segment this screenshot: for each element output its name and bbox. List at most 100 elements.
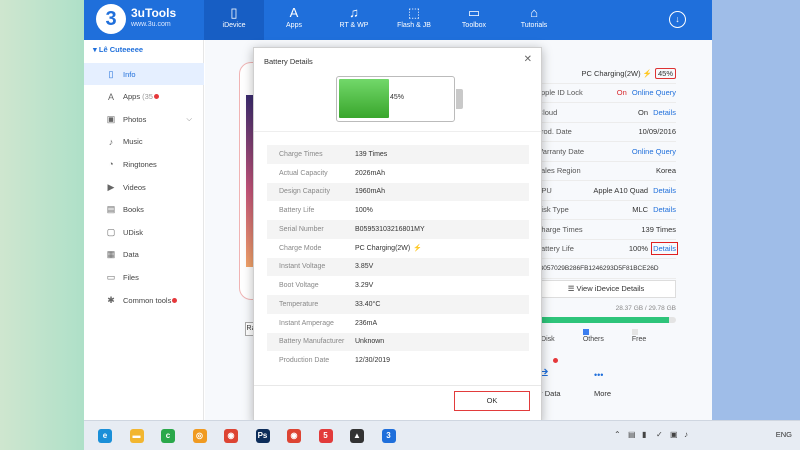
battery-details-table: Charge Times 139 Times Actual Capacity 2026… <box>267 145 529 370</box>
device-name[interactable]: ▾ Lê Cuteeeee <box>93 45 143 54</box>
detail-label: Battery Manufacturer <box>279 338 345 346</box>
info-link[interactable]: Online Query <box>632 147 676 156</box>
detail-value: 3.29V <box>355 282 374 290</box>
detail-value: 12/30/2019 <box>355 357 391 365</box>
sidebar: ▾ Lê Cuteeeee ▯ Info A Apps (35 ▣ Photos ⌵ ♪ Musi… <box>84 40 204 420</box>
storage-legend: UDisk Others Free <box>536 329 676 343</box>
sidebar-item-videos[interactable]: ▶ Videos <box>84 176 204 198</box>
edge-icon[interactable]: e <box>98 429 112 443</box>
nav-toolbox[interactable]: ▭ Toolbox <box>444 0 504 40</box>
3utools-taskbar-icon[interactable]: 3 <box>381 429 396 443</box>
detail-label: Battery Life <box>279 207 315 215</box>
info-value: Apple A10 Quad <box>593 185 649 195</box>
sidebar-item-books[interactable]: ▤ Books <box>84 199 204 221</box>
info-link[interactable]: Details <box>653 186 676 195</box>
sidebar-item-files[interactable]: ▭ Files <box>84 266 204 288</box>
detail-value: 33.40°C <box>355 300 381 308</box>
sidebar-item-common-tools[interactable]: ✱ Common tools <box>84 289 204 311</box>
detail-value: 236mA <box>355 319 378 327</box>
tray-icon[interactable]: ♪ <box>684 430 688 439</box>
detail-value: Unknown <box>355 338 385 346</box>
coccoc-icon[interactable]: c <box>161 429 175 443</box>
tray-icon[interactable]: ▤ <box>628 430 636 439</box>
browser-icon[interactable]: ◎ <box>192 429 207 443</box>
notification-dot <box>153 94 159 100</box>
charging-bolt-icon: ⚡ <box>642 68 652 78</box>
language-indicator[interactable]: ENG <box>776 430 792 439</box>
tray-icon[interactable]: ⌃ <box>614 430 621 439</box>
sidebar-item-label: Videos <box>123 182 146 192</box>
detail-row-charge-times: Charge Times 139 Times <box>267 145 529 164</box>
photoshop-icon[interactable]: Ps <box>255 429 270 443</box>
download-icon[interactable]: ↓ <box>669 11 686 28</box>
info-link[interactable]: Details <box>653 108 676 117</box>
notification-app-icon[interactable]: 5 <box>318 429 333 443</box>
info-label: CPU <box>536 185 552 195</box>
nav-apps[interactable]: A Apps <box>264 0 324 40</box>
sidebar-item-label: Photos <box>123 114 147 124</box>
battery-percentage: 45% <box>654 67 676 79</box>
sidebar-item-data[interactable]: ▦ Data <box>84 244 204 266</box>
legend-swatch <box>582 329 589 336</box>
detail-label: Design Capacity <box>279 188 330 196</box>
tools-icon: ✱ <box>107 294 115 305</box>
device-chevron-icon: ▾ <box>93 45 97 54</box>
detail-row-battery-life: Battery Life 100% <box>267 201 529 220</box>
sidebar-item-ringtones[interactable]: ◔ Ringtones <box>84 153 204 175</box>
quick-actions: ⇄ er Data ••• More <box>536 358 676 402</box>
music-icon: ♫ <box>349 5 359 20</box>
more-icon[interactable]: ••• <box>594 370 603 380</box>
tray-icon[interactable]: ✓ <box>656 430 663 439</box>
nav-tutorials[interactable]: ⌂ Tutorials <box>504 0 564 40</box>
sidebar-item-info[interactable]: ▯ Info <box>84 63 204 85</box>
storage-bar <box>536 317 676 323</box>
detail-label: Actual Capacity <box>279 169 328 177</box>
udid-row: 73057029B286FB1246293D5F81BCE26D <box>536 259 676 279</box>
sidebar-item-music[interactable]: ♪ Music <box>84 131 204 153</box>
graduation-cap-icon: ⌂ <box>530 5 538 20</box>
info-value: On <box>638 107 649 117</box>
book-icon: ▤ <box>106 204 116 215</box>
detail-row-charge-mode: Charge Mode PC Charging(2W) ⚡ <box>267 239 529 258</box>
info-value: Korea <box>655 166 676 176</box>
info-label: Warranty Date <box>536 146 585 156</box>
tray-icon[interactable]: ▮ <box>642 430 646 439</box>
view-idevice-details-button[interactable]: ☰ View iDevice Details <box>536 280 676 298</box>
tray-icon[interactable]: ▣ <box>670 430 678 439</box>
sidebar-item-apps[interactable]: A Apps (35 <box>84 86 204 108</box>
info-label: Apple ID Lock <box>536 88 583 98</box>
info-link[interactable]: Details <box>653 205 676 214</box>
chevron-down-icon[interactable]: ⌵ <box>186 114 192 124</box>
phone-icon: ▯ <box>230 5 238 20</box>
chrome-profile-icon[interactable]: ◉ <box>287 429 301 443</box>
nav-label: iDevice <box>222 22 246 29</box>
sidebar-item-label: Apps <box>123 92 141 102</box>
ok-button[interactable]: OK <box>454 391 530 411</box>
detail-row-battery-manufacturer: Battery Manufacturer Unknown <box>267 332 529 352</box>
app-store-icon: A <box>289 5 299 20</box>
chrome-icon[interactable]: ◉ <box>224 429 238 443</box>
info-label: Prod. Date <box>536 127 572 137</box>
photos-app-icon[interactable]: ▲ <box>350 429 364 443</box>
battery-details-dialog: Battery Details ✕ 45% Charge Times 139 Ti… <box>253 47 542 423</box>
dialog-title: Battery Details <box>264 57 313 66</box>
view-details-label: View iDevice Details <box>576 284 645 293</box>
info-link[interactable]: Online Query <box>632 88 676 97</box>
nav-idevice[interactable]: ▯ iDevice <box>204 0 264 40</box>
file-explorer-icon[interactable]: ▬ <box>129 429 144 443</box>
sidebar-item-label: Data <box>123 250 139 260</box>
battery-percentage-label: 45% <box>390 94 405 101</box>
battery-details-link[interactable]: Details <box>651 242 678 256</box>
nav-label: Flash & JB <box>397 22 431 29</box>
legend-item-free: Free <box>631 329 662 343</box>
nav-rt-wp[interactable]: ♫ RT & WP <box>324 0 384 40</box>
device-name-label: Lê Cuteeeee <box>98 45 144 54</box>
close-icon[interactable]: ✕ <box>524 54 532 65</box>
desktop-background-right <box>712 0 800 450</box>
detail-row-instant-amperage: Instant Amperage 236mA <box>267 314 529 333</box>
sidebar-item-udisk[interactable]: ▢ UDisk <box>84 221 204 243</box>
detail-row-serial-number: Serial Number B05953103216801MY <box>267 220 529 239</box>
notification-dot <box>553 358 558 363</box>
nav-flash-jb[interactable]: ⬚ Flash & JB <box>384 0 444 40</box>
sidebar-item-photos[interactable]: ▣ Photos ⌵ <box>84 108 204 130</box>
